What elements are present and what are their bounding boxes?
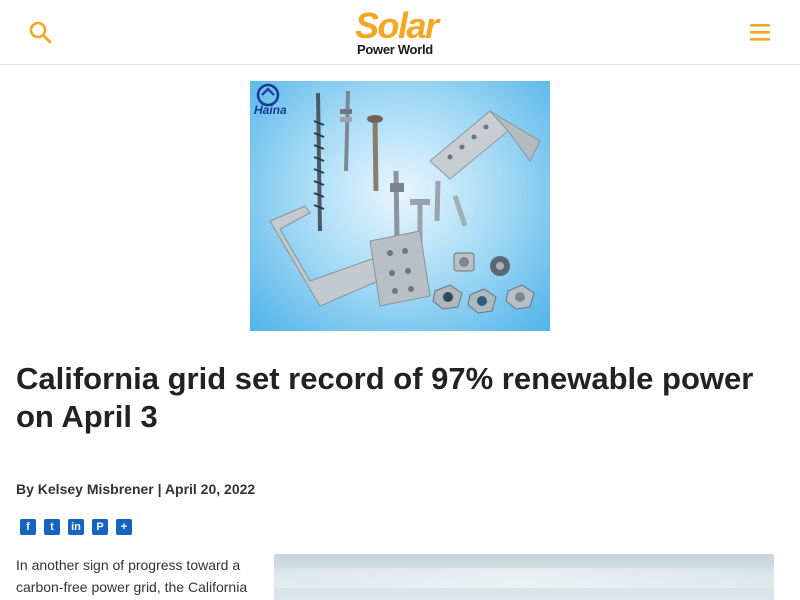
twitter-icon[interactable]: t — [44, 519, 60, 535]
article-body: In another sign of progress toward a car… — [16, 554, 256, 598]
linkedin-icon[interactable]: in — [68, 519, 84, 535]
advertisement-banner[interactable]: Haina — [250, 81, 550, 331]
share-bar: f t in P + — [20, 519, 132, 535]
article-body-line: In another sign of progress toward a — [16, 557, 241, 573]
facebook-icon[interactable]: f — [20, 519, 36, 535]
ad-hardware-illustration — [256, 83, 541, 314]
article-byline: By Kelsey Misbrener | April 20, 2022 — [16, 481, 256, 497]
ad-brand-label: Haina — [254, 103, 287, 117]
hamburger-menu-icon[interactable] — [748, 20, 772, 44]
logo-wordmark: Solar — [355, 5, 439, 46]
share-icon[interactable]: + — [116, 519, 132, 535]
article-body-line: carbon-free power grid, the California — [16, 579, 248, 595]
article-hero-image — [274, 554, 774, 600]
site-header: Solar Power World — [0, 0, 800, 65]
search-icon[interactable] — [28, 20, 54, 46]
site-logo[interactable]: Solar Power World — [355, 5, 447, 57]
article-title: California grid set record of 97% renewa… — [16, 361, 754, 434]
pinterest-icon[interactable]: P — [92, 519, 108, 535]
image-haze — [274, 568, 774, 588]
